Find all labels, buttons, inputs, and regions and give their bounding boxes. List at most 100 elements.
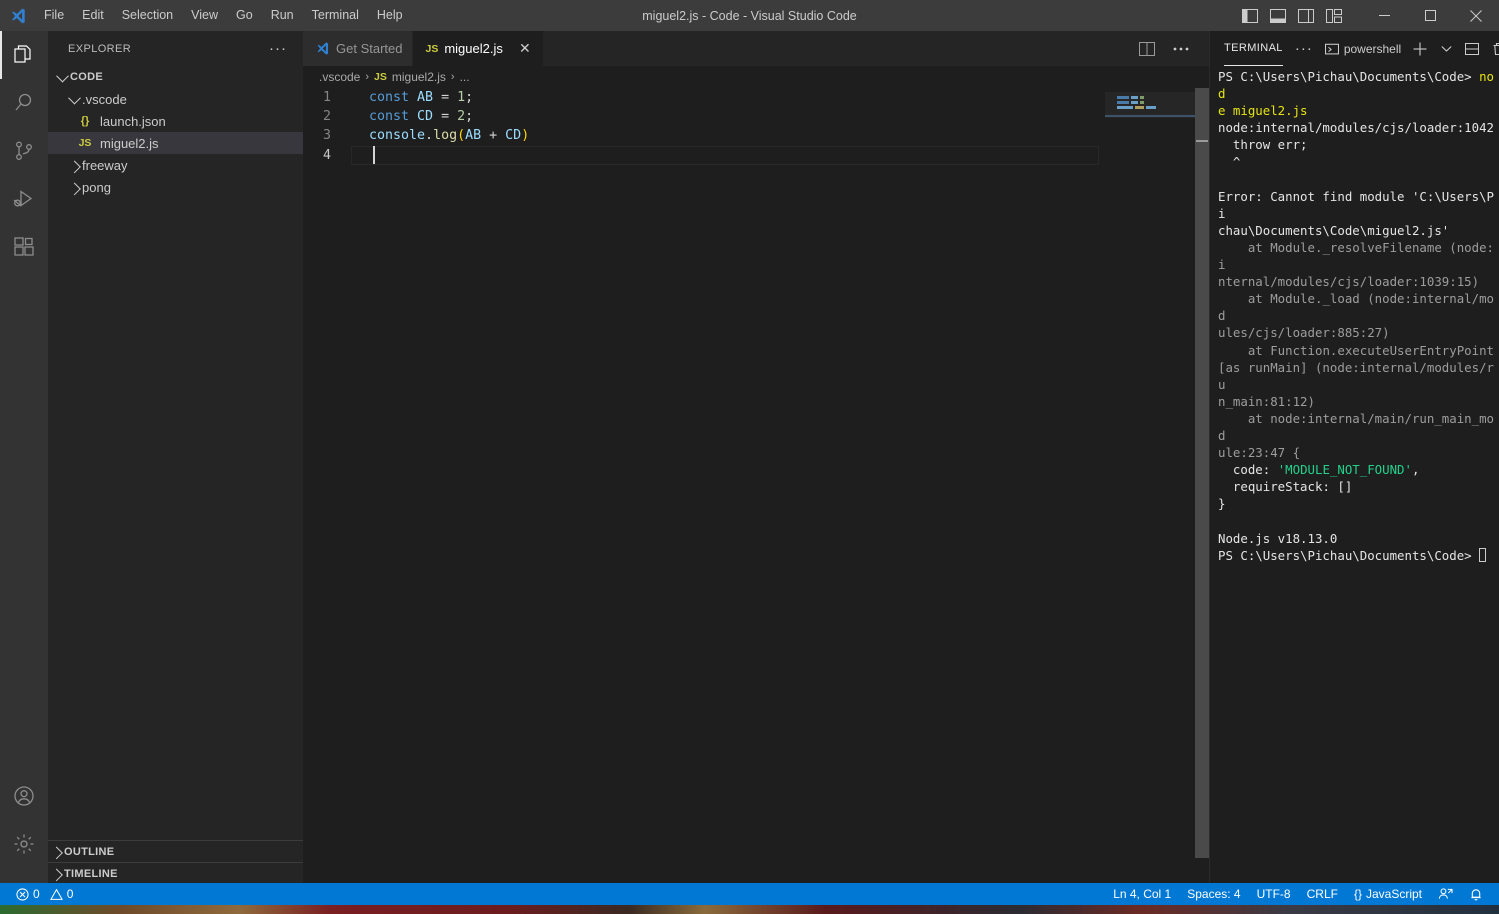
- chevron-right-icon[interactable]: [66, 160, 82, 173]
- toggle-secondary-sidebar-icon[interactable]: [1293, 0, 1319, 31]
- toggle-primary-sidebar-icon[interactable]: [1237, 0, 1263, 31]
- code-lines: 1 const AB = 1; 2 const CD = 2; 3 console.log…: [303, 88, 529, 165]
- minimap[interactable]: [1105, 88, 1195, 884]
- json-file-icon: {}: [80, 115, 90, 127]
- panel-tab-terminal[interactable]: TERMINAL: [1224, 31, 1283, 66]
- sidebar-section-timeline[interactable]: TIMELINE: [48, 862, 303, 884]
- terminal-output[interactable]: PS C:\Users\Pichau\Documents\Code> nod e …: [1210, 66, 1499, 884]
- tab-get-started[interactable]: Get Started: [303, 31, 414, 66]
- warning-icon: [49, 888, 63, 901]
- menu-item-edit[interactable]: Edit: [73, 0, 113, 31]
- line-number: 1: [322, 90, 331, 105]
- toggle-panel-icon[interactable]: [1265, 0, 1291, 31]
- error-count: 0: [33, 887, 40, 901]
- chevron-right-icon: [48, 846, 64, 860]
- activity-bar: [0, 31, 48, 884]
- status-cursor-position[interactable]: Ln 4, Col 1: [1105, 883, 1179, 905]
- tree-item-label: freeway: [82, 157, 128, 173]
- code-text: console.log(AB + CD): [369, 128, 530, 144]
- minimize-button[interactable]: [1361, 0, 1407, 31]
- activity-item-explorer[interactable]: [0, 31, 48, 79]
- terminal-line: e miguel2.js: [1218, 103, 1308, 119]
- activity-item-manage[interactable]: [0, 820, 48, 868]
- minimap-content: [1117, 96, 1156, 111]
- menu-item-help[interactable]: Help: [368, 0, 412, 31]
- activity-item-accounts[interactable]: [0, 772, 48, 820]
- notifications-bell-icon: [1469, 887, 1483, 901]
- desktop-background: [0, 905, 1499, 914]
- close-icon[interactable]: ✕: [517, 40, 533, 57]
- status-notifications[interactable]: [1461, 883, 1491, 905]
- breadcrumb-symbols[interactable]: ...: [460, 70, 470, 84]
- chevron-down-icon[interactable]: [66, 91, 82, 104]
- tree-item-freeway[interactable]: freeway: [48, 154, 303, 176]
- activity-item-extensions[interactable]: [0, 223, 48, 271]
- breadcrumb-file[interactable]: miguel2.js: [392, 70, 446, 84]
- editor-tabs: Get Started JS miguel2.js ✕: [303, 31, 1209, 66]
- editor-scrollbar[interactable]: [1195, 88, 1209, 884]
- breadcrumb-folder[interactable]: .vscode: [319, 70, 360, 84]
- files-icon: [12, 43, 36, 67]
- chevron-right-icon: ›: [450, 71, 455, 83]
- split-terminal-icon[interactable]: [1461, 38, 1483, 60]
- sidebar-title: EXPLORER: [68, 42, 132, 55]
- editor-more-actions-icon[interactable]: [1167, 31, 1195, 66]
- status-indentation[interactable]: Spaces: 4: [1179, 883, 1248, 905]
- status-encoding[interactable]: UTF-8: [1249, 883, 1299, 905]
- tree-item-pong[interactable]: pong: [48, 176, 303, 198]
- sidebar-more-actions-icon[interactable]: ···: [261, 40, 295, 57]
- status-remote[interactable]: [1430, 883, 1461, 905]
- menu-item-file[interactable]: File: [35, 0, 73, 31]
- line-number: 3: [322, 128, 331, 144]
- editor-scrollbar-thumb[interactable]: [1195, 88, 1209, 858]
- panel-more-actions-icon[interactable]: ···: [1291, 40, 1317, 57]
- status-problems[interactable]: 0 0: [8, 883, 81, 905]
- menu-item-go[interactable]: Go: [227, 0, 262, 31]
- activity-item-run-and-debug[interactable]: [0, 175, 48, 223]
- terminal-line: n_main:81:12): [1218, 393, 1315, 409]
- terminal-shell-selector[interactable]: powershell: [1324, 42, 1401, 56]
- tab-miguel2-js[interactable]: JS miguel2.js ✕: [413, 31, 544, 66]
- remote-icon: [1438, 887, 1453, 901]
- close-button[interactable]: [1453, 0, 1499, 31]
- new-terminal-icon[interactable]: [1409, 38, 1431, 60]
- chevron-right-icon[interactable]: [66, 182, 82, 195]
- activity-item-search[interactable]: [0, 79, 48, 127]
- chevron-down-icon[interactable]: [1435, 38, 1457, 60]
- status-eol[interactable]: CRLF: [1299, 883, 1346, 905]
- file-tree: CODE .vscode {} launch.json JS miguel2.j…: [48, 66, 303, 840]
- tree-item-launch-json[interactable]: {} launch.json: [48, 110, 303, 132]
- split-editor-icon[interactable]: [1133, 31, 1161, 66]
- menu-item-view[interactable]: View: [182, 0, 227, 31]
- terminal-line: throw err;: [1218, 137, 1308, 153]
- tree-item-miguel2-js[interactable]: JS miguel2.js: [48, 132, 303, 154]
- menu-item-run[interactable]: Run: [262, 0, 303, 31]
- menu-item-selection[interactable]: Selection: [113, 0, 182, 31]
- maximize-button[interactable]: [1407, 0, 1453, 31]
- kill-terminal-icon[interactable]: [1487, 38, 1499, 60]
- layout-controls[interactable]: [1237, 0, 1347, 31]
- status-bar-left: 0 0: [0, 883, 81, 905]
- terminal-line: [as runMain] (node:internal/modules/ru: [1218, 359, 1495, 392]
- breadcrumb[interactable]: .vscode › JS miguel2.js › ...: [303, 66, 1209, 88]
- terminal-line: at Module._load (node:internal/mod: [1218, 291, 1495, 324]
- sidebar-section-outline[interactable]: OUTLINE: [48, 840, 303, 862]
- menu-item-terminal[interactable]: Terminal: [303, 0, 368, 31]
- line-number: 4: [322, 147, 331, 163]
- terminal-line: }: [1218, 496, 1226, 512]
- tab-label: miguel2.js: [444, 41, 503, 56]
- extensions-icon: [12, 235, 36, 259]
- editor-group: Get Started JS miguel2.js ✕ .vscode › JS…: [303, 31, 1209, 884]
- menu-bar[interactable]: File Edit Selection View Go Run Terminal…: [35, 0, 412, 31]
- code-editor[interactable]: 1 const AB = 1; 2 const CD = 2; 3 console.log…: [303, 88, 1209, 884]
- tree-item-vscode[interactable]: .vscode: [48, 88, 303, 110]
- tree-item-code[interactable]: CODE: [48, 66, 303, 88]
- terminal-line: nternal/modules/cjs/loader:1039:15): [1218, 274, 1480, 290]
- customize-layout-icon[interactable]: [1321, 0, 1347, 31]
- status-language-mode[interactable]: {} JavaScript: [1346, 883, 1430, 905]
- tree-item-label: miguel2.js: [100, 135, 159, 151]
- activity-item-source-control[interactable]: [0, 127, 48, 175]
- tree-item-label: CODE: [70, 71, 103, 83]
- chevron-down-icon[interactable]: [54, 69, 70, 82]
